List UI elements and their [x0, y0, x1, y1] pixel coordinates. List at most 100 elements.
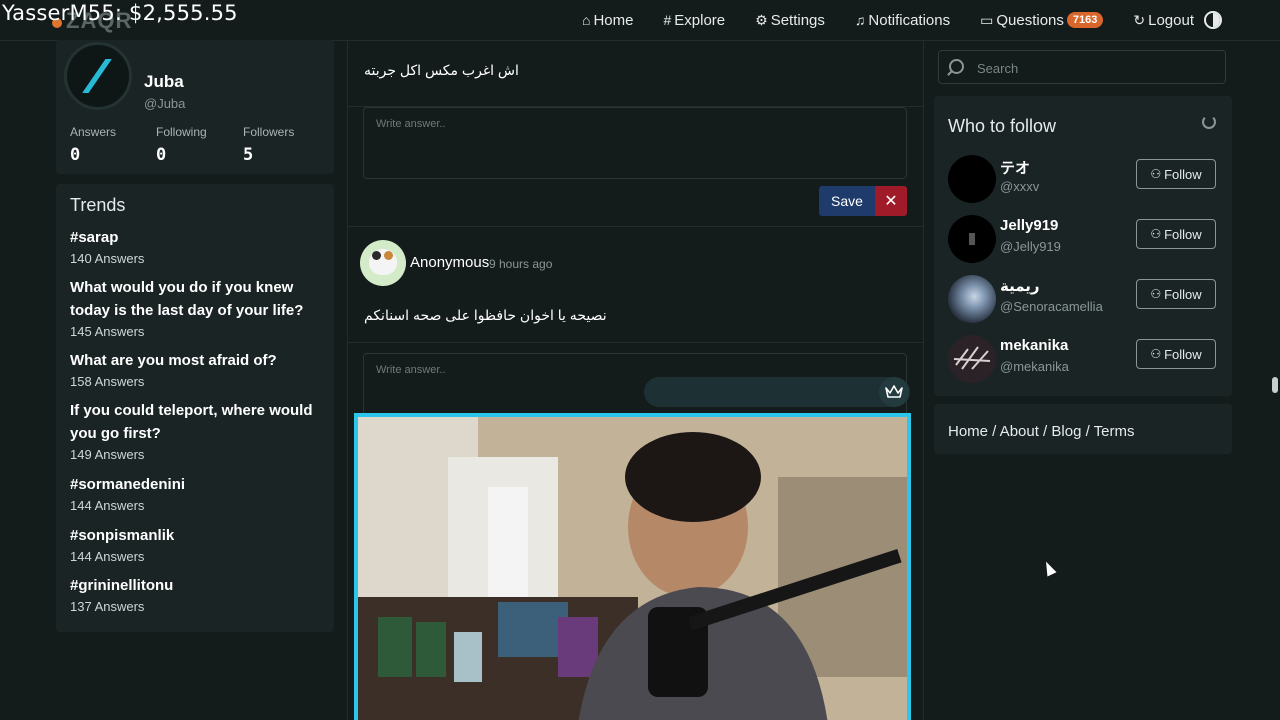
- profile-handle: @Juba: [144, 96, 186, 111]
- nav-settings-label: Settings: [770, 11, 825, 29]
- follow-button[interactable]: ⚇ Follow: [1136, 279, 1216, 309]
- avatar[interactable]: [948, 215, 996, 263]
- nav-notifications[interactable]: ♫ Notifications: [855, 12, 950, 29]
- hash-icon: #: [663, 12, 672, 28]
- nav-notifications-label: Notifications: [868, 11, 951, 29]
- search-box: [938, 50, 1226, 84]
- suggestion-handle: @Senoracamellia: [1000, 299, 1103, 314]
- avatar[interactable]: [948, 155, 996, 203]
- stream-overlay-text: YasserM55: $2,555.55: [2, 1, 238, 25]
- home-icon: ⌂: [582, 12, 591, 28]
- trend-count: 149 Answers: [70, 447, 145, 462]
- follow-label: Follow: [1164, 346, 1202, 362]
- follow-suggestion: Jelly919 @Jelly919 ⚇ Follow: [948, 215, 1222, 265]
- post-timestamp: 9 hours ago: [489, 257, 553, 271]
- trend-title[interactable]: #grininellitonu: [70, 574, 326, 597]
- chat-icon: ▭: [980, 11, 994, 28]
- profile-card: Juba @Juba Answers 0 Following 0 Followe…: [56, 40, 334, 174]
- divider: [348, 226, 923, 227]
- trend-count: 144 Answers: [70, 549, 145, 564]
- trend-item[interactable]: #sormanedenini 144 Answers: [70, 473, 326, 513]
- trend-item[interactable]: If you could teleport, where would you g…: [70, 399, 326, 462]
- user-plus-icon: ⚇: [1150, 227, 1162, 241]
- bell-icon: ♫: [854, 12, 866, 28]
- avatar[interactable]: [64, 42, 132, 110]
- suggestion-name[interactable]: mekanika: [1000, 337, 1068, 354]
- search-icon: [949, 59, 964, 74]
- mouse-cursor-icon: [1041, 559, 1057, 577]
- avatar[interactable]: [948, 275, 996, 323]
- nav-questions-label: Questions: [996, 11, 1064, 29]
- cancel-button[interactable]: ✕: [875, 186, 907, 216]
- trend-count: 140 Answers: [70, 251, 145, 266]
- who-to-follow-title: Who to follow: [948, 116, 1057, 136]
- stat-value: 0: [156, 145, 167, 165]
- webcam-video: [354, 413, 911, 720]
- footer-card: Home / About / Blog / Terms: [934, 404, 1232, 454]
- follow-suggestion: テオ @xxxv ⚇ Follow: [948, 155, 1222, 205]
- suggestion-name[interactable]: Jelly919: [1000, 217, 1058, 234]
- nav-explore[interactable]: # Explore: [663, 12, 725, 29]
- nav-home-label: Home: [593, 11, 634, 29]
- nav-logout[interactable]: ↻ Logout: [1133, 12, 1194, 29]
- user-plus-icon: ⚇: [1150, 287, 1162, 301]
- divider: [348, 342, 923, 343]
- avatar[interactable]: [948, 335, 996, 383]
- follow-button[interactable]: ⚇ Follow: [1136, 339, 1216, 369]
- trend-count: 144 Answers: [70, 498, 145, 513]
- nav-explore-label: Explore: [674, 11, 726, 29]
- questions-count-badge: 7163: [1066, 12, 1104, 28]
- question-text: نصيحه يا اخوان حافظوا على صحه اسنانكم: [364, 307, 607, 323]
- trend-item[interactable]: #sonpismanlik 144 Answers: [70, 524, 326, 564]
- footer-links[interactable]: Home / About / Blog / Terms: [948, 423, 1134, 440]
- trend-count: 145 Answers: [70, 324, 145, 339]
- trends-title: Trends: [70, 195, 126, 215]
- stat-answers[interactable]: Answers 0: [70, 125, 116, 165]
- avatar[interactable]: [360, 240, 406, 286]
- trend-count: 158 Answers: [70, 374, 145, 389]
- stat-label: Answers: [70, 125, 117, 139]
- answer-textarea[interactable]: Write answer..: [363, 107, 907, 179]
- follow-button[interactable]: ⚇ Follow: [1136, 219, 1216, 249]
- scrollbar-thumb[interactable]: [1272, 377, 1278, 393]
- trend-title[interactable]: If you could teleport, where would you g…: [70, 399, 326, 445]
- follow-button[interactable]: ⚇ Follow: [1136, 159, 1216, 189]
- trend-item[interactable]: #sarap 140 Answers: [70, 226, 326, 266]
- theme-toggle-icon[interactable]: [1204, 11, 1222, 29]
- trend-title[interactable]: #sormanedenini: [70, 473, 326, 496]
- main-nav: ⌂ Home # Explore ⚙ Settings ♫ Notifications …: [582, 0, 1224, 40]
- trend-item[interactable]: What are you most afraid of? 158 Answers: [70, 349, 326, 389]
- suggestion-handle: @mekanika: [1000, 359, 1069, 374]
- avatar-art: [953, 346, 991, 370]
- trend-item[interactable]: #grininellitonu 137 Answers: [70, 574, 326, 614]
- save-button[interactable]: Save: [819, 186, 875, 216]
- question-text: اش اغرب مكس اكل جربته: [364, 62, 519, 78]
- post-username[interactable]: Anonymous: [410, 254, 489, 271]
- gear-icon: ⚙: [755, 11, 768, 28]
- refresh-icon[interactable]: [1202, 115, 1216, 129]
- trends-card: Trends #sarap 140 Answers What would you…: [56, 184, 334, 632]
- nav-settings[interactable]: ⚙ Settings: [755, 12, 825, 29]
- nav-logout-label: Logout: [1148, 11, 1194, 29]
- trend-title[interactable]: What would you do if you knew today is t…: [70, 276, 326, 322]
- nav-questions[interactable]: ▭ Questions 7163: [980, 11, 1104, 29]
- stat-following[interactable]: Following 0: [156, 125, 207, 165]
- stat-followers[interactable]: Followers 5: [243, 125, 294, 165]
- suggestion-name[interactable]: テオ: [1000, 157, 1030, 178]
- stat-label: Followers: [243, 125, 295, 139]
- stream-overlay-bar: [644, 377, 910, 407]
- cat-avatar-icon: [369, 249, 397, 275]
- trend-title[interactable]: What are you most afraid of?: [70, 349, 326, 372]
- user-plus-icon: ⚇: [1150, 347, 1162, 361]
- trend-title[interactable]: #sarap: [70, 226, 326, 249]
- trend-count: 137 Answers: [70, 599, 145, 614]
- search-input[interactable]: [975, 57, 1219, 79]
- suggestion-name[interactable]: ريمية: [1000, 277, 1040, 295]
- nav-home[interactable]: ⌂ Home: [582, 12, 633, 29]
- profile-name[interactable]: Juba: [144, 72, 184, 92]
- trend-title[interactable]: #sonpismanlik: [70, 524, 326, 547]
- follow-label: Follow: [1164, 166, 1202, 182]
- stat-value: 5: [243, 145, 254, 165]
- trend-item[interactable]: What would you do if you knew today is t…: [70, 276, 326, 339]
- suggestion-handle: @xxxv: [1000, 179, 1040, 194]
